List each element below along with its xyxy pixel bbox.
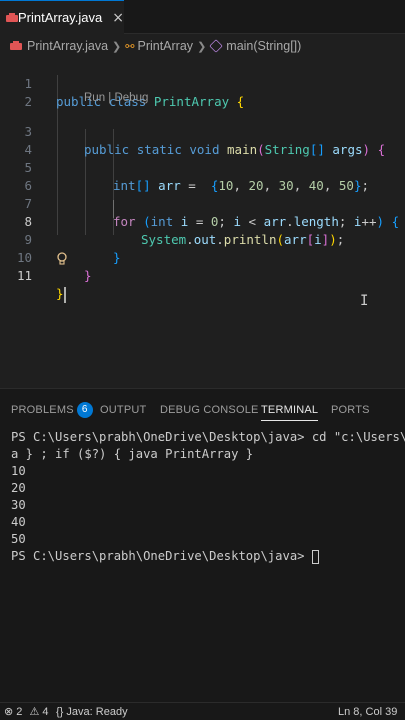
cursor-position[interactable]: Ln 8, Col 39 xyxy=(338,703,397,720)
code-line: 9 } xyxy=(0,213,405,265)
brace: } xyxy=(84,268,92,283)
code-line: 7 for (int i = 0; i < arr.length; i++) { xyxy=(0,177,405,229)
code-line: 10 } xyxy=(0,231,405,283)
bottom-panel: PROBLEMS 6 OUTPUT DEBUG CONSOLE TERMINAL … xyxy=(0,388,405,702)
code-line: 1 public class PrintArray { xyxy=(0,57,405,109)
code-line: 8 System.out.println(arr[i]); xyxy=(0,195,405,247)
code-editor[interactable]: 1 public class PrintArray { 2 Run | Debu… xyxy=(0,57,405,387)
text-cursor xyxy=(63,286,66,303)
breadcrumb-method[interactable]: main(String[]) xyxy=(226,39,301,53)
problems-count-badge: 6 xyxy=(76,402,93,419)
status-bar: ⊗ 2 ⚠ 4 {} Java: Ready Ln 8, Col 39 xyxy=(0,702,405,720)
chevron-right-icon: ❯ xyxy=(112,40,122,53)
codelens-run-debug[interactable]: Run | Debug xyxy=(84,92,148,104)
line-number: 11 xyxy=(16,268,32,283)
close-icon[interactable]: × xyxy=(112,11,124,25)
java-status-icon: {} xyxy=(56,706,64,718)
error-icon: ⊗ xyxy=(4,706,14,718)
terminal-cursor xyxy=(311,549,319,564)
tab-ports[interactable]: PORTS xyxy=(331,399,370,421)
tab-terminal[interactable]: TERMINAL xyxy=(261,399,319,421)
warning-icon: ⚠ xyxy=(29,706,40,718)
code-line: 6 xyxy=(0,159,405,193)
terminal-line: 50 xyxy=(11,532,26,546)
terminal-line: PS C:\Users\prabh\OneDrive\Desktop\java>… xyxy=(11,430,405,444)
java-file-icon xyxy=(10,41,22,51)
tab-output[interactable]: OUTPUT xyxy=(100,399,146,421)
code-line: 5 int[] arr = {10, 20, 30, 40, 50}; xyxy=(0,141,405,193)
terminal-line: 20 xyxy=(11,481,26,495)
tab-printarray-java[interactable]: PrintArray.java × xyxy=(0,0,124,34)
code-line: 2 xyxy=(0,75,405,109)
terminal-prompt-line: PS C:\Users\prabh\OneDrive\Desktop\java> xyxy=(0,548,405,565)
tab-label: PrintArray.java xyxy=(17,10,103,25)
chevron-right-icon: ❯ xyxy=(197,40,207,53)
terminal-output[interactable]: PS C:\Users\prabh\OneDrive\Desktop\java>… xyxy=(0,429,405,565)
java-file-icon xyxy=(6,12,18,23)
error-count: 2 xyxy=(16,706,23,718)
breadcrumb: PrintArray.java ❯ ⚯ PrintArray ❯ main(St… xyxy=(0,35,405,57)
editor-tab-bar: PrintArray.java × xyxy=(0,0,405,34)
terminal-line: a } ; if ($?) { java PrintArray } xyxy=(11,447,254,461)
class-icon: ⚯ xyxy=(125,40,135,53)
warning-count: 4 xyxy=(42,706,49,718)
tab-debug-console[interactable]: DEBUG CONSOLE xyxy=(160,399,259,421)
java-status[interactable]: {} Java: Ready xyxy=(56,703,128,720)
java-status-label: Java: Ready xyxy=(66,706,128,718)
terminal-line: 40 xyxy=(11,515,26,529)
breadcrumb-file[interactable]: PrintArray.java xyxy=(27,39,108,53)
brace: } xyxy=(56,286,64,301)
terminal-line: 30 xyxy=(11,498,26,512)
terminal-line: 10 xyxy=(11,464,26,478)
breadcrumb-class[interactable]: PrintArray xyxy=(137,39,193,53)
terminal-prompt: PS C:\Users\prabh\OneDrive\Desktop\java> xyxy=(11,549,312,563)
code-line: 4 xyxy=(0,123,405,157)
panel-tabs: PROBLEMS 6 OUTPUT DEBUG CONSOLE TERMINAL … xyxy=(0,399,405,421)
method-icon xyxy=(209,39,224,53)
problems-status[interactable]: ⊗ 2 ⚠ 4 xyxy=(4,703,49,720)
code-line: 3 public static void main(String[] args)… xyxy=(0,105,405,157)
tab-problems[interactable]: PROBLEMS 6 xyxy=(11,399,93,421)
code-line: 11 } xyxy=(0,249,405,303)
tab-problems-label: PROBLEMS xyxy=(11,404,74,416)
ibeam-cursor-icon: Ι xyxy=(360,293,369,309)
